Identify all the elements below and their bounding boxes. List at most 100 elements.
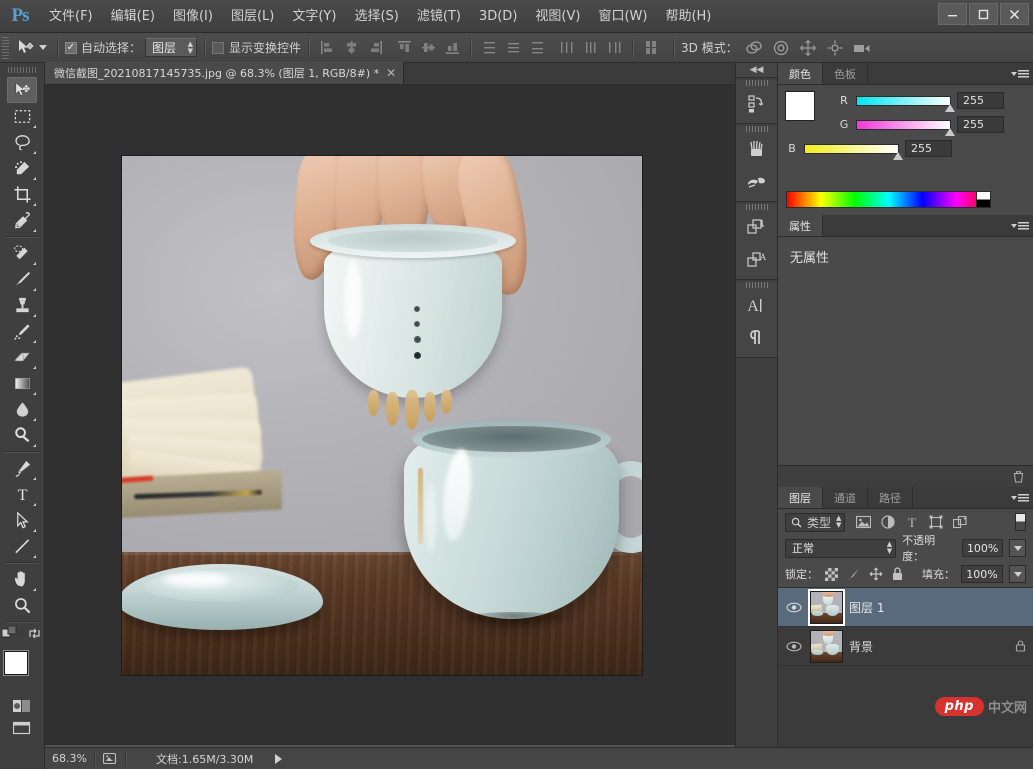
auto-align-layers-icon[interactable]	[640, 37, 666, 59]
3d-rotate-icon[interactable]	[744, 37, 765, 58]
align-horizontal-centers-icon[interactable]	[340, 37, 362, 59]
maximize-button[interactable]	[969, 3, 998, 25]
quick-selection-tool[interactable]	[7, 155, 37, 181]
layer-thumbnail[interactable]	[810, 629, 843, 663]
menu-type[interactable]: 文字(Y)	[283, 0, 345, 33]
foreground-color-swatch[interactable]	[4, 651, 28, 675]
quick-mask-icon[interactable]	[12, 697, 32, 715]
path-selection-tool[interactable]	[7, 507, 37, 533]
layer-row-2[interactable]: 背景	[778, 627, 1033, 666]
gradient-tool[interactable]	[7, 370, 37, 396]
properties-delete-icon[interactable]	[1012, 470, 1025, 483]
slider-value-b[interactable]: 255	[905, 140, 952, 157]
tab-channels[interactable]: 通道	[823, 487, 868, 508]
zoom-tool[interactable]	[7, 592, 37, 618]
layer-comps-icon[interactable]	[742, 212, 772, 242]
hand-tool[interactable]	[7, 566, 37, 592]
layer-name[interactable]: 图层 1	[849, 599, 1027, 616]
edit-toolbar-icon[interactable]	[2, 626, 19, 641]
slider-track-r[interactable]	[856, 95, 955, 112]
layer-thumbnail[interactable]	[810, 590, 843, 624]
menu-layer[interactable]: 图层(L)	[222, 0, 283, 33]
adjustments-icon[interactable]: A	[742, 244, 772, 274]
auto-select-checkbox[interactable]: ✓	[65, 41, 77, 54]
healing-brush-tool[interactable]	[7, 240, 37, 266]
eyedropper-tool[interactable]	[7, 207, 37, 233]
current-tool-preview[interactable]	[13, 38, 50, 58]
filter-smart-object-icon[interactable]	[951, 514, 968, 531]
menu-view[interactable]: 视图(V)	[526, 0, 589, 33]
clone-stamp-tool[interactable]	[7, 292, 37, 318]
layer-name[interactable]: 背景	[849, 638, 1007, 655]
align-right-edges-icon[interactable]	[364, 37, 386, 59]
lock-position-icon[interactable]	[868, 567, 883, 582]
color-spectrum-bar[interactable]	[786, 191, 991, 208]
dock-grip[interactable]	[745, 80, 768, 86]
screen-mode-icon[interactable]	[12, 719, 32, 737]
show-transform-checkbox[interactable]	[212, 41, 225, 54]
align-bottom-edges-icon[interactable]	[441, 37, 463, 59]
type-tool[interactable]: T	[7, 481, 37, 507]
distribute-center-icon[interactable]	[502, 37, 524, 59]
options-bar-grip[interactable]	[2, 36, 9, 59]
document-info-icon[interactable]	[99, 752, 121, 765]
layer-row-1[interactable]: 图层 1	[778, 588, 1033, 627]
minimize-button[interactable]	[938, 3, 967, 25]
lasso-tool[interactable]	[7, 129, 37, 155]
align-vertical-centers-icon[interactable]	[417, 37, 439, 59]
layer-visibility-icon[interactable]	[784, 597, 804, 617]
3d-pan-icon[interactable]	[798, 37, 819, 58]
slider-thumb-r[interactable]	[945, 103, 955, 112]
dock-grip[interactable]	[745, 204, 768, 210]
menu-window[interactable]: 窗口(W)	[589, 0, 656, 33]
status-expand-arrow-icon[interactable]	[275, 753, 283, 764]
dock-grip[interactable]	[745, 282, 768, 288]
eraser-tool[interactable]	[7, 344, 37, 370]
dock-grip[interactable]	[745, 126, 768, 132]
opacity-value[interactable]: 100%	[962, 539, 1004, 557]
menu-image[interactable]: 图像(I)	[164, 0, 222, 33]
slider-thumb-b[interactable]	[893, 151, 903, 160]
3d-camera-icon[interactable]	[852, 37, 873, 58]
distribute-left-icon[interactable]	[555, 37, 577, 59]
character-icon[interactable]: A	[742, 290, 772, 320]
filter-type-icon[interactable]: T	[903, 514, 920, 531]
layer-visibility-icon[interactable]	[784, 636, 804, 656]
properties-panel-menu-icon[interactable]	[1011, 219, 1029, 233]
align-top-edges-icon[interactable]	[393, 37, 415, 59]
swap-colors-icon[interactable]	[27, 626, 42, 641]
marquee-tool[interactable]	[7, 103, 37, 129]
lock-transparent-pixels-icon[interactable]	[824, 567, 839, 582]
lock-all-icon[interactable]	[890, 567, 905, 582]
tab-swatches[interactable]: 色板	[823, 63, 868, 84]
blend-mode-dropdown[interactable]: 正常 ▲ ▼	[785, 538, 897, 558]
close-icon[interactable]: ✕	[386, 66, 396, 80]
move-tool[interactable]	[7, 77, 37, 103]
toolbar-grip[interactable]	[8, 67, 36, 73]
brush-presets-icon[interactable]	[742, 134, 772, 164]
tab-color[interactable]: 颜色	[778, 63, 823, 84]
collapse-panels-icon[interactable]: ◀◀	[736, 63, 777, 78]
slider-thumb-g[interactable]	[945, 127, 955, 136]
tool-preset-chevron-down-icon[interactable]	[39, 45, 47, 50]
lock-image-pixels-icon[interactable]	[846, 567, 861, 582]
fill-dropdown-arrow[interactable]	[1009, 565, 1026, 583]
layer-filter-type-dropdown[interactable]: 类型 ▲ ▼	[785, 512, 846, 532]
pen-tool[interactable]	[7, 455, 37, 481]
document-image[interactable]	[122, 156, 642, 675]
close-button[interactable]	[1000, 3, 1029, 25]
brush-tool[interactable]	[7, 266, 37, 292]
fill-value[interactable]: 100%	[961, 565, 1003, 583]
filter-pixel-icon[interactable]	[855, 514, 872, 531]
color-panel-foreground-swatch[interactable]	[786, 92, 814, 120]
menu-select[interactable]: 选择(S)	[345, 0, 407, 33]
tab-paths[interactable]: 路径	[868, 487, 913, 508]
document-tab[interactable]: 微信截图_20210817145735.jpg @ 68.3% (图层 1, R…	[45, 62, 405, 84]
history-brush-tool[interactable]	[7, 318, 37, 344]
spectrum-bw-end[interactable]	[976, 192, 990, 207]
layers-panel-menu-icon[interactable]	[1011, 491, 1029, 505]
distribute-top-icon[interactable]	[478, 37, 500, 59]
tab-layers[interactable]: 图层	[778, 487, 823, 508]
distribute-right-icon[interactable]	[603, 37, 625, 59]
filter-adjustment-icon[interactable]	[879, 514, 896, 531]
